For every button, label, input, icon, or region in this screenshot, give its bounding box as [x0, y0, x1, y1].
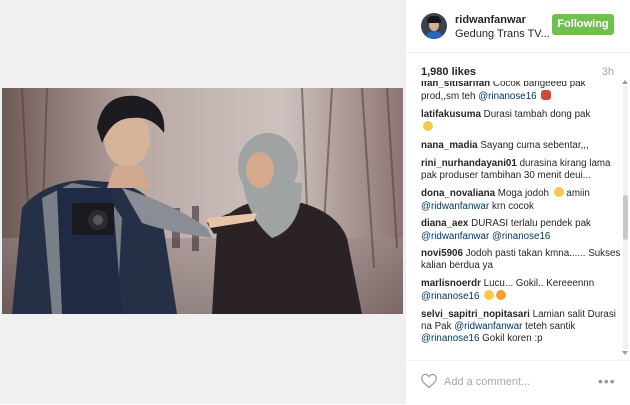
comment-username[interactable]: diana_aex: [421, 218, 468, 229]
add-comment-input[interactable]: [444, 374, 584, 390]
likes-count[interactable]: 1,980 likes: [421, 66, 476, 78]
comment-mention-2[interactable]: @rinanose16: [492, 231, 550, 242]
comment-item: rini_nurhandayani01 durasina kirang lama…: [421, 158, 621, 182]
following-button[interactable]: Following: [552, 14, 614, 35]
comment-item: dona_novaliana Moga jodoh amiin @ridwanf…: [421, 187, 621, 212]
comment-text-tail-2: Gokil koren :p: [479, 333, 543, 345]
smile-emoji-icon: [423, 121, 433, 132]
scroll-up-arrow-icon[interactable]: [622, 80, 628, 84]
comment-text: Durasi tambah dong pak: [483, 108, 591, 120]
comment-mention[interactable]: @rinanose16: [421, 291, 479, 302]
comment-item: nana_madia Sayang cuma sebentar,,,: [421, 140, 621, 152]
comment-text: Lucu... Gokil.. Kereeennn: [483, 278, 595, 290]
comment-username[interactable]: marlisnoerdr: [421, 278, 481, 289]
comment-text-amiin: amiin: [563, 188, 590, 200]
photo-couple-image: [2, 88, 403, 314]
comment-username[interactable]: dona_novaliana: [421, 188, 495, 199]
post-footer: •••: [406, 360, 630, 405]
comment-mention-2[interactable]: @rinanose16: [421, 333, 479, 344]
comment-item: latifakusuma Durasi tambah dong pak: [421, 109, 621, 134]
post-photo[interactable]: [2, 88, 403, 314]
heart-icon[interactable]: [420, 373, 438, 389]
comment-username[interactable]: selvi_sapitri_nopitasari: [421, 309, 530, 320]
comments-scrollbar[interactable]: [623, 85, 628, 350]
post-time: 3h: [601, 66, 614, 78]
comment-text-tail: krn cocok: [489, 200, 534, 212]
comment-username[interactable]: latifakusuma: [421, 109, 481, 120]
comment-username[interactable]: nana_madia: [421, 140, 478, 151]
comment-text: Moga jodoh: [497, 188, 552, 200]
location-link[interactable]: Gedung Trans TV...: [455, 28, 550, 40]
photo-pane: [0, 0, 405, 404]
couple-emoji-icon: [541, 90, 552, 101]
comment-item: selvi_sapitri_nopitasari Lamian salit Du…: [421, 309, 621, 346]
comment-item: marlisnoerdr Lucu... Gokil.. Kereeennn @…: [421, 278, 621, 303]
scroll-down-arrow-icon[interactable]: [622, 351, 628, 355]
heart-eyes-emoji-icon: [496, 290, 507, 301]
comment-username[interactable]: ifah_sitisarifah: [421, 81, 490, 89]
more-options-icon[interactable]: •••: [598, 373, 616, 389]
smile-emoji-icon: [553, 187, 564, 198]
comment-item: novi5906 Jodoh pasti takan kmna...... Su…: [421, 248, 621, 272]
post-sidebar: ridwanfanwar Gedung Trans TV... Followin…: [405, 0, 630, 404]
grin-emoji-icon: [484, 290, 495, 301]
comment-username[interactable]: novi5906: [421, 248, 463, 259]
comment-mention[interactable]: @ridwanfanwar: [454, 321, 522, 332]
comment-item: ifah_sitisarifah Cocok bangeeed pak prod…: [421, 81, 621, 103]
instagram-post-modal: ridwanfanwar Gedung Trans TV... Followin…: [0, 0, 630, 404]
comment-username[interactable]: rini_nurhandayani01: [421, 158, 517, 169]
scrollbar-thumb[interactable]: [623, 195, 628, 240]
comments-list[interactable]: ifah_sitisarifah Cocok bangeeed pak prod…: [406, 81, 630, 355]
post-header: ridwanfanwar Gedung Trans TV... Followin…: [406, 0, 630, 53]
comment-text: Sayang cuma sebentar,,,: [480, 139, 589, 151]
comment-mention[interactable]: @ridwanfanwar: [421, 201, 489, 212]
comment-mention[interactable]: @rinanose16: [478, 91, 536, 102]
avatar[interactable]: [421, 13, 447, 39]
comment-text: DURASI terlalu pendek pak: [471, 218, 591, 230]
username-link[interactable]: ridwanfanwar: [455, 14, 526, 26]
comment-text-tail: teteh santik: [522, 321, 576, 333]
comment-mention[interactable]: @ridwanfanwar: [421, 231, 489, 242]
comment-item: diana_aex DURASI terlalu pendek pak @rid…: [421, 218, 621, 242]
